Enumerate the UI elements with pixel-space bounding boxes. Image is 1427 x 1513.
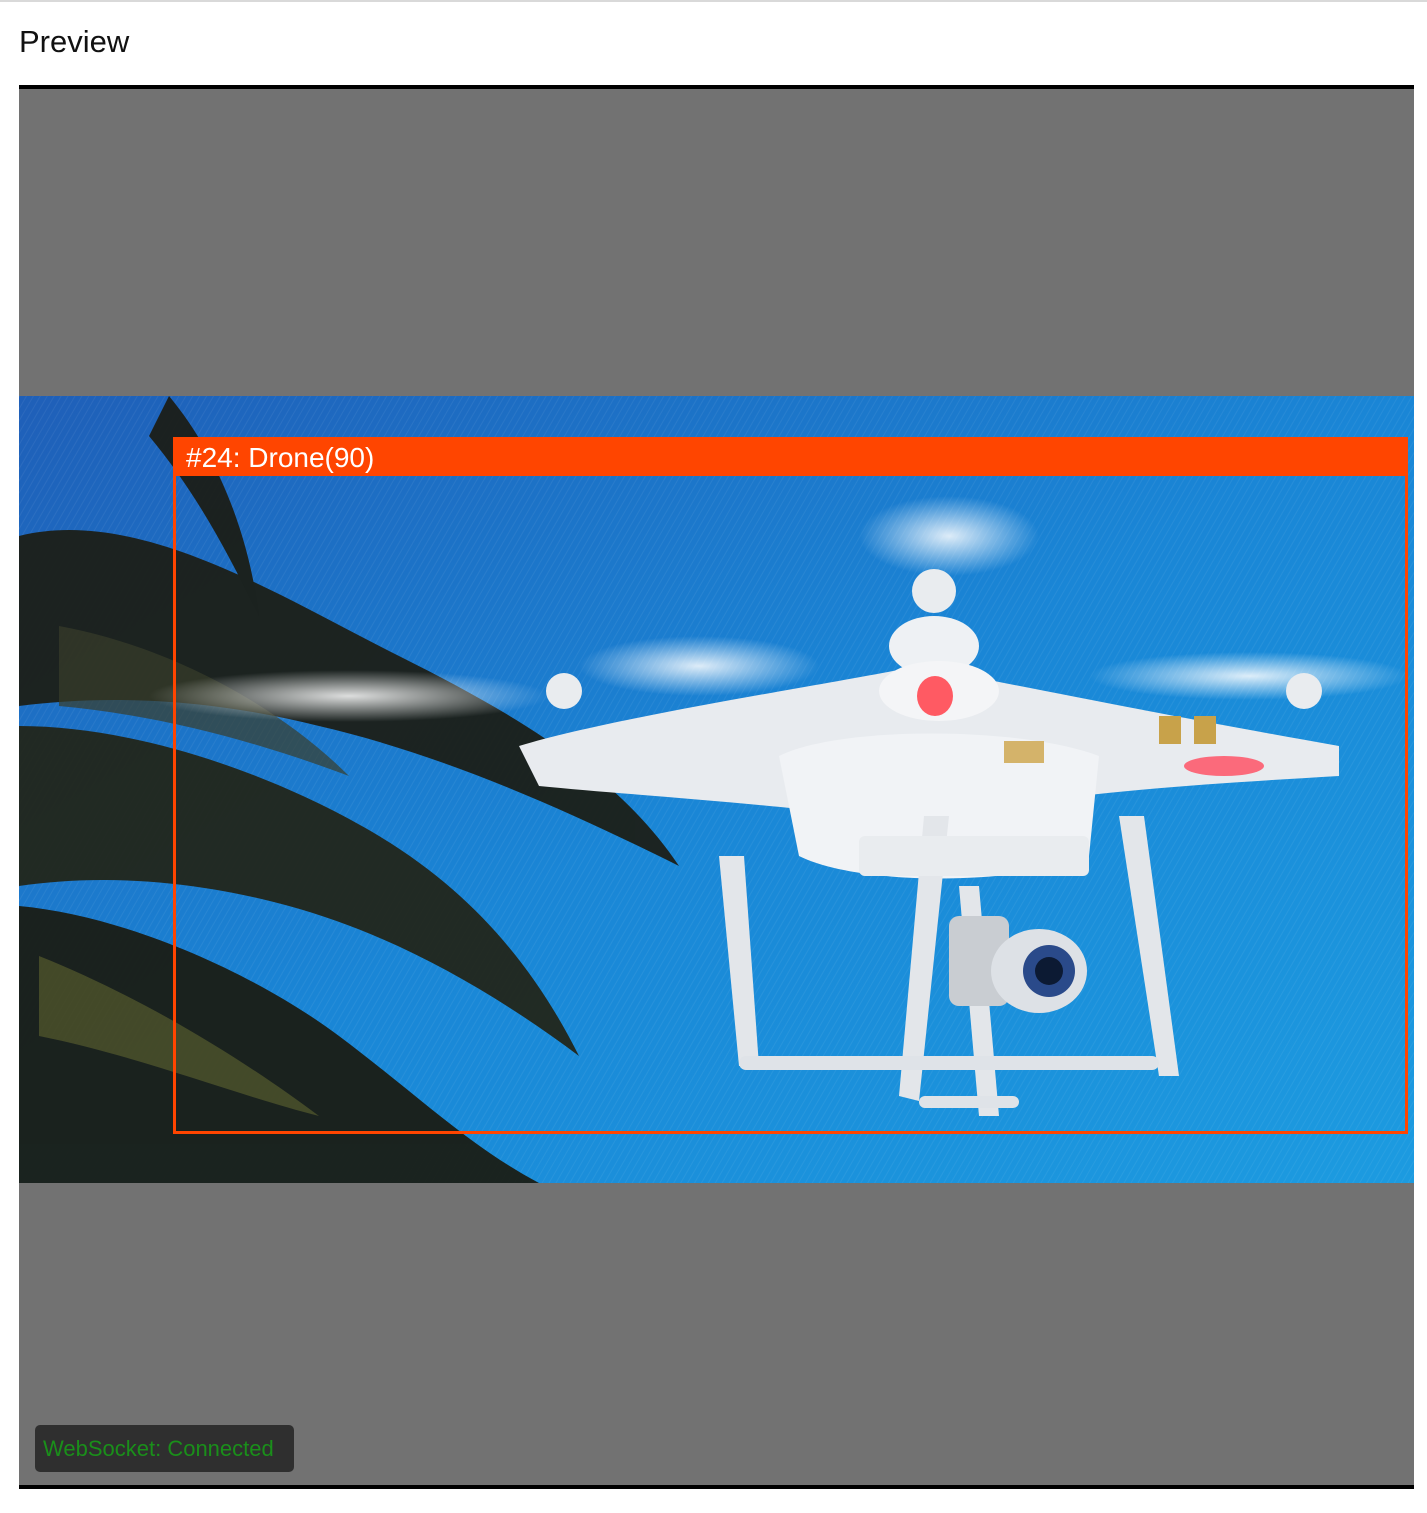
video-preview: #24: Drone(90) WebSocket: Connected xyxy=(19,85,1414,1489)
detection-bounding-box[interactable]: #24: Drone(90) xyxy=(173,437,1408,1134)
websocket-status-badge: WebSocket: Connected xyxy=(35,1425,294,1472)
page-title: Preview xyxy=(19,24,130,59)
top-divider xyxy=(0,0,1427,2)
detection-label: #24: Drone(90) xyxy=(176,440,1405,476)
